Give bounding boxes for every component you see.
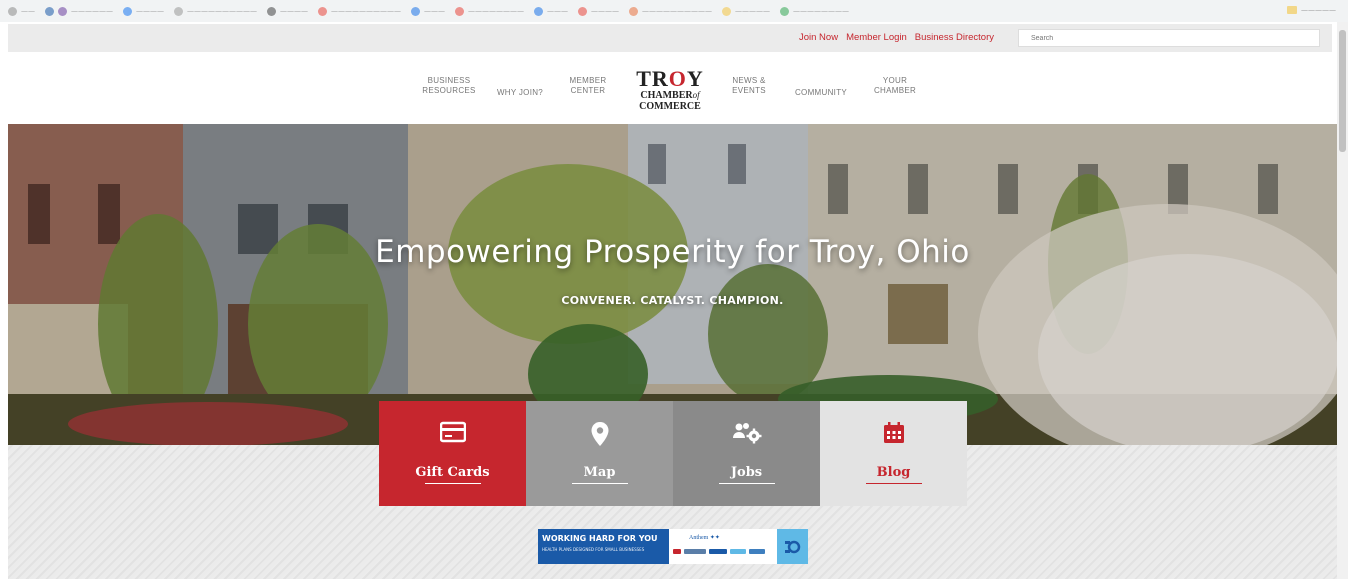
bookmark-item[interactable]: —————————— [318,6,401,16]
ad-logo-badge [777,529,808,564]
credit-card-icon [379,421,526,445]
partner-logos [673,549,765,554]
tile-underline [424,483,481,484]
nav-label: BUSINESS [427,76,471,85]
ad-headline: WORKING HARD FOR YOU [542,534,658,543]
calendar-icon [820,421,967,445]
business-directory-link[interactable]: Business Directory [915,32,994,43]
bookmark-item[interactable]: ———————— [780,6,849,16]
ad-subline: HEALTH PLANS DESIGNED FOR SMALL BUSINESS… [542,547,645,552]
ad-headline-panel: WORKING HARD FOR YOU HEALTH PLANS DESIGN… [538,529,669,564]
hero-subtitle: CONVENER. CATALYST. CHAMPION. [561,294,784,307]
bookmark-item[interactable]: —————— [45,6,113,16]
hero-background-image [8,124,1337,445]
bookmark-item[interactable]: —————————— [629,6,712,16]
tile-underline [865,483,922,484]
ad-sponsor-panel: Anthem ✦✦ [669,529,777,564]
scrollbar-thumb[interactable] [1339,30,1346,152]
bookmark-item[interactable]: —— [8,6,35,16]
utility-links: Join Now Member Login Business Directory [799,32,994,43]
nav-community[interactable]: COMMUNITY [790,88,852,98]
hero-title: Empowering Prosperity for Troy, Ohio [375,234,970,270]
tile-underline [571,483,628,484]
nav-label: YOUR [882,76,908,85]
page-scrollbar[interactable] [1337,22,1348,579]
tile-label: Blog [876,465,911,480]
main-nav: BUSINESS RESOURCES WHY JOIN? MEMBER CENT… [8,52,1332,124]
nav-label: CENTER [570,86,606,95]
bookmark-item[interactable]: ——— [534,6,568,16]
anthem-ad-banner[interactable]: WORKING HARD FOR YOU HEALTH PLANS DESIGN… [538,529,808,564]
tile-label: Jobs [730,465,763,480]
logo-wordmark: TROY [636,66,704,91]
map-pin-icon [526,421,673,446]
nav-member-center[interactable]: MEMBER CENTER [564,76,612,96]
tile-label: Gift Cards [415,465,490,480]
nav-why-join[interactable]: WHY JOIN? [492,88,548,98]
join-now-link[interactable]: Join Now [799,32,838,43]
folder-icon [1287,6,1297,14]
bookmark-item[interactable]: ———— [267,6,308,16]
bookmark-item[interactable]: ———— [123,6,164,16]
bookmark-item[interactable]: ——— [411,6,445,16]
jobs-tile[interactable]: Jobs [673,401,820,506]
member-login-link[interactable]: Member Login [846,32,907,43]
map-tile[interactable]: Map [526,401,673,506]
bookmark-item[interactable]: ————— [722,6,770,16]
nav-label: COMMUNITY [794,88,848,97]
blog-tile[interactable]: Blog [820,401,967,506]
nav-news-events[interactable]: NEWS & EVENTS [726,76,772,96]
troy-chamber-logo[interactable]: TROY CHAMBERof COMMERCE [630,66,710,113]
logo-chamber: CHAMBERof [640,90,700,101]
nav-label: NEWS & [732,76,766,85]
nav-label: CHAMBER [873,86,917,95]
badge-icon [784,540,800,553]
logo-commerce: COMMERCE [639,101,701,112]
other-bookmarks[interactable]: ————— [1287,6,1336,14]
people-gear-icon [673,421,820,445]
gift-cards-tile[interactable]: Gift Cards [379,401,526,506]
hero-banner: Empowering Prosperity for Troy, Ohio CON… [8,124,1337,445]
nav-label: RESOURCES [422,86,476,95]
search-input[interactable] [1018,29,1320,47]
nav-label: WHY JOIN? [496,88,544,97]
nav-business-resources[interactable]: BUSINESS RESOURCES [422,76,476,96]
tile-label: Map [583,465,616,480]
nav-your-chamber[interactable]: YOUR CHAMBER [866,76,924,96]
bookmarks-bar: —— —————— ———— —————————— ———— —————————… [0,0,1348,22]
nav-label: EVENTS [732,86,766,95]
tile-underline [718,483,775,484]
bookmark-item[interactable]: —————————— [174,6,257,16]
bookmark-item[interactable]: ———— [578,6,619,16]
utility-bar: Join Now Member Login Business Directory [8,24,1332,52]
bookmark-item[interactable]: ———————— [455,6,524,16]
ad-sponsor-logo: Anthem ✦✦ [689,535,720,541]
nav-label: MEMBER [569,76,607,85]
